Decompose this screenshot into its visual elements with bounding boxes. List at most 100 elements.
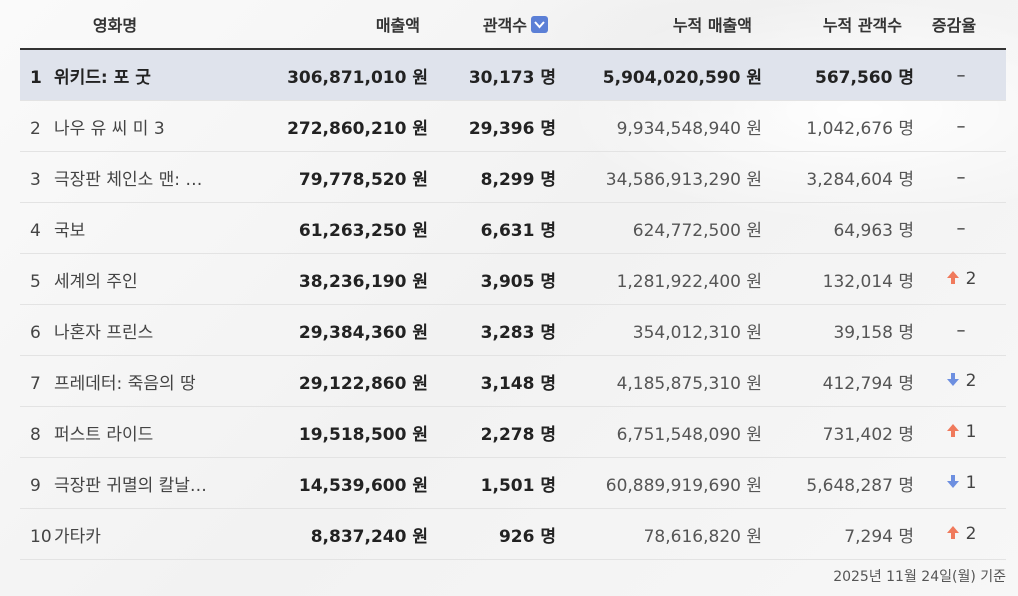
table-row[interactable]: 4 국보 61,263,250 원 6,631 명 624,772,500 원 64,96… [20,203,1006,254]
change-value: 2 [965,370,977,391]
no-change-dash: – [956,319,966,341]
cum-audience-value: 64,963 명 [833,220,914,241]
arrow-down-icon [946,372,960,392]
audience-value: 30,173 명 [468,67,556,88]
cum-sales-value: 6,751,548,090 원 [616,424,762,445]
rank: 9 [30,475,41,496]
arrow-up-icon [946,270,960,290]
header-audience-label: 관객수 [482,16,527,35]
change-cell: – [916,65,1006,86]
sales-value: 19,518,500 원 [298,424,428,445]
movie-title-cell[interactable]: 3 극장판 체인소 맨: … [20,165,230,190]
sales-value: 306,871,010 원 [287,67,428,88]
movie-title-cell[interactable]: 9 극장판 귀멸의 칼날… [20,471,230,496]
rank: 10 [30,526,52,547]
movie-title-cell[interactable]: 10 가타카 [20,522,230,547]
cum-sales-value: 624,772,500 원 [632,220,762,241]
movie-title-cell[interactable]: 1 위키드: 포 굿 [20,63,230,88]
change-cell: – [916,320,1006,341]
movie-title-cell[interactable]: 5 세계의 주인 [20,267,230,292]
movie-title[interactable]: 극장판 체인소 맨: … [54,170,202,190]
change-cell: 1 [916,473,1006,494]
sales-value: 29,384,360 원 [298,322,428,343]
table-row[interactable]: 1 위키드: 포 굿 306,871,010 원 30,173 명 5,904,020,… [20,50,1006,101]
rank: 8 [30,424,41,445]
table-row[interactable]: 9 극장판 귀멸의 칼날… 14,539,600 원 1,501 명 60,889,91… [20,458,1006,509]
rank: 4 [30,220,41,241]
cum-audience-value: 567,560 명 [815,67,914,88]
movie-title[interactable]: 프레데터: 죽음의 땅 [54,374,196,394]
cum-audience-value: 5,648,287 명 [806,475,914,496]
header-sales[interactable]: 매출액 [210,12,420,36]
no-change-dash: – [956,115,966,137]
arrow-up-icon [946,525,960,545]
change-cell: – [916,218,1006,239]
chevron-down-icon [534,21,545,29]
table-row[interactable]: 10 가타카 8,837,240 원 926 명 78,616,820 원 7,294 명… [20,509,1006,560]
movie-title[interactable]: 나우 유 씨 미 3 [54,119,165,139]
table-row[interactable]: 3 극장판 체인소 맨: … 79,778,520 원 8,299 명 34,586,9… [20,152,1006,203]
movie-title[interactable]: 퍼스트 라이드 [54,425,153,445]
change-cell: 2 [916,371,1006,392]
movie-title-cell[interactable]: 7 프레데터: 죽음의 땅 [20,369,230,394]
change-cell: 1 [916,422,1006,443]
box-office-table: 영화명 매출액 관객수 누적 매출액 누적 관객수 증감율 1 위키드: 포 굿 3… [20,0,1006,560]
footer-date-note: 2025년 11월 24일(월) 기준 [833,569,1006,585]
movie-title[interactable]: 국보 [54,221,85,241]
table-row[interactable]: 7 프레데터: 죽음의 땅 29,122,860 원 3,148 명 4,185,875… [20,356,1006,407]
audience-value: 3,905 명 [480,271,556,292]
change-value: 2 [965,523,977,544]
movie-title[interactable]: 위키드: 포 굿 [54,68,151,88]
movie-title[interactable]: 가타카 [54,527,101,547]
cum-audience-value: 3,284,604 명 [806,169,914,190]
cum-sales-value: 4,185,875,310 원 [616,373,762,394]
sales-value: 14,539,600 원 [298,475,428,496]
movie-title-cell[interactable]: 8 퍼스트 라이드 [20,420,230,445]
sort-button[interactable] [531,16,548,33]
no-change-dash: – [956,217,966,239]
table-header: 영화명 매출액 관객수 누적 매출액 누적 관객수 증감율 [20,0,1006,50]
table-row[interactable]: 8 퍼스트 라이드 19,518,500 원 2,278 명 6,751,548,090… [20,407,1006,458]
audience-value: 29,396 명 [468,118,556,139]
cum-sales-value: 60,889,919,690 원 [605,475,762,496]
movie-title-cell[interactable]: 2 나우 유 씨 미 3 [20,114,230,139]
cum-audience-value: 39,158 명 [833,322,914,343]
rank: 1 [30,67,42,88]
movie-title[interactable]: 극장판 귀멸의 칼날… [54,476,207,496]
movie-title-cell[interactable]: 6 나혼자 프린스 [20,318,230,343]
header-audience[interactable]: 관객수 [420,12,548,36]
audience-value: 1,501 명 [480,475,556,496]
rank: 2 [30,118,41,139]
sales-value: 61,263,250 원 [298,220,428,241]
cum-audience-value: 7,294 명 [844,526,914,547]
audience-value: 8,299 명 [480,169,556,190]
header-title[interactable]: 영화명 [20,12,210,36]
audience-value: 3,283 명 [480,322,556,343]
change-cell: – [916,167,1006,188]
header-cum-sales[interactable]: 누적 매출액 [548,12,752,36]
cum-sales-value: 1,281,922,400 원 [616,271,762,292]
table-row[interactable]: 2 나우 유 씨 미 3 272,860,210 원 29,396 명 9,934,54… [20,101,1006,152]
header-cum-audience[interactable]: 누적 관객수 [752,12,902,36]
movie-title-cell[interactable]: 4 국보 [20,216,230,241]
cum-audience-value: 412,794 명 [822,373,914,394]
movie-title[interactable]: 세계의 주인 [54,272,138,292]
sales-value: 38,236,190 원 [298,271,428,292]
cum-audience-value: 1,042,676 명 [806,118,914,139]
arrow-up-icon [946,423,960,443]
cum-sales-value: 34,586,913,290 원 [605,169,762,190]
audience-value: 926 명 [498,526,556,547]
rank: 6 [30,322,41,343]
arrow-down-icon [946,474,960,494]
change-cell: 2 [916,269,1006,290]
rank: 5 [30,271,41,292]
cum-sales-value: 78,616,820 원 [643,526,762,547]
no-change-dash: – [956,64,966,86]
cum-audience-value: 132,014 명 [822,271,914,292]
movie-title[interactable]: 나혼자 프린스 [54,323,153,343]
cum-audience-value: 731,402 명 [822,424,914,445]
table-row[interactable]: 5 세계의 주인 38,236,190 원 3,905 명 1,281,922,400 … [20,254,1006,305]
table-row[interactable]: 6 나혼자 프린스 29,384,360 원 3,283 명 354,012,310 원… [20,305,1006,356]
change-cell: 2 [916,524,1006,545]
header-change[interactable]: 증감율 [902,12,1006,36]
